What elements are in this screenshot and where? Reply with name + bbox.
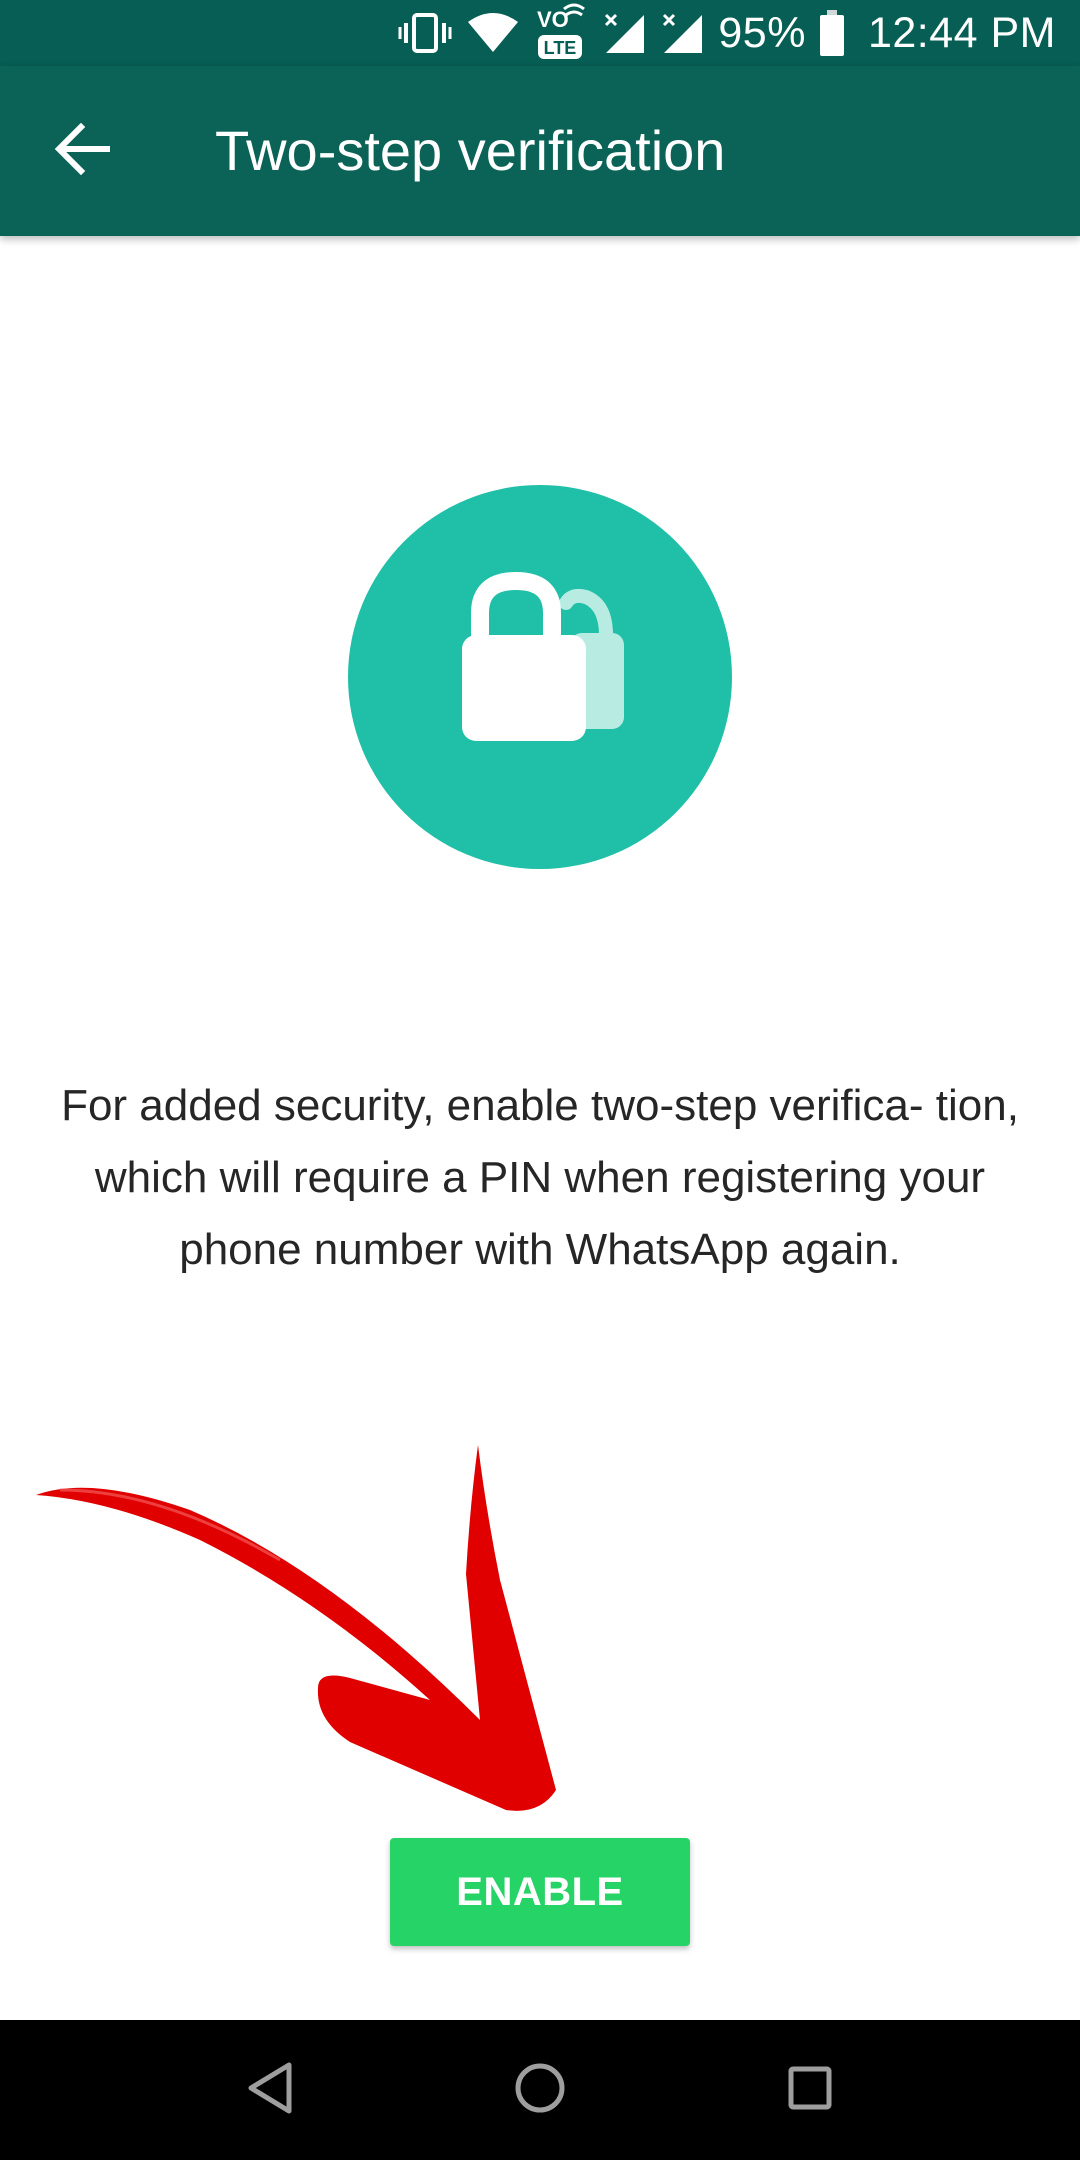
clock: 12:44 PM [867,8,1056,57]
back-button[interactable] [40,108,126,194]
arrow-back-icon [54,122,111,180]
enable-button[interactable]: ENABLE [390,1838,690,1946]
navigation-bar [0,2020,1080,2160]
recents-square-icon [786,2064,834,2117]
vibrate-icon [398,11,452,55]
description-text: For added security, enable two-step veri… [61,1081,1019,1274]
volte-top-label: VO [537,7,569,32]
wifi-icon [466,12,520,54]
lock-illustration [348,485,732,869]
battery-percent: 95% [718,8,806,57]
red-arrow-icon [36,1445,556,1811]
app-bar: Two-step verification [0,66,1080,236]
status-bar: VO LTE 95% 12:44 PM [0,0,1080,66]
signal-icon [660,11,704,55]
page-title: Two-step verification [215,119,726,182]
home-circle-icon [513,2061,567,2120]
status-icons: VO LTE 95% 12:44 PM [398,0,1056,66]
nav-recents-button[interactable] [760,2040,860,2140]
back-triangle-icon [245,2061,295,2120]
nav-back-button[interactable] [220,2040,320,2140]
volte-bottom-label: LTE [544,38,577,58]
lock-icon [462,571,624,741]
signal-icon [602,11,646,55]
battery-icon [819,10,844,56]
volte-icon: VO LTE [534,3,588,63]
nav-home-button[interactable] [490,2040,590,2140]
